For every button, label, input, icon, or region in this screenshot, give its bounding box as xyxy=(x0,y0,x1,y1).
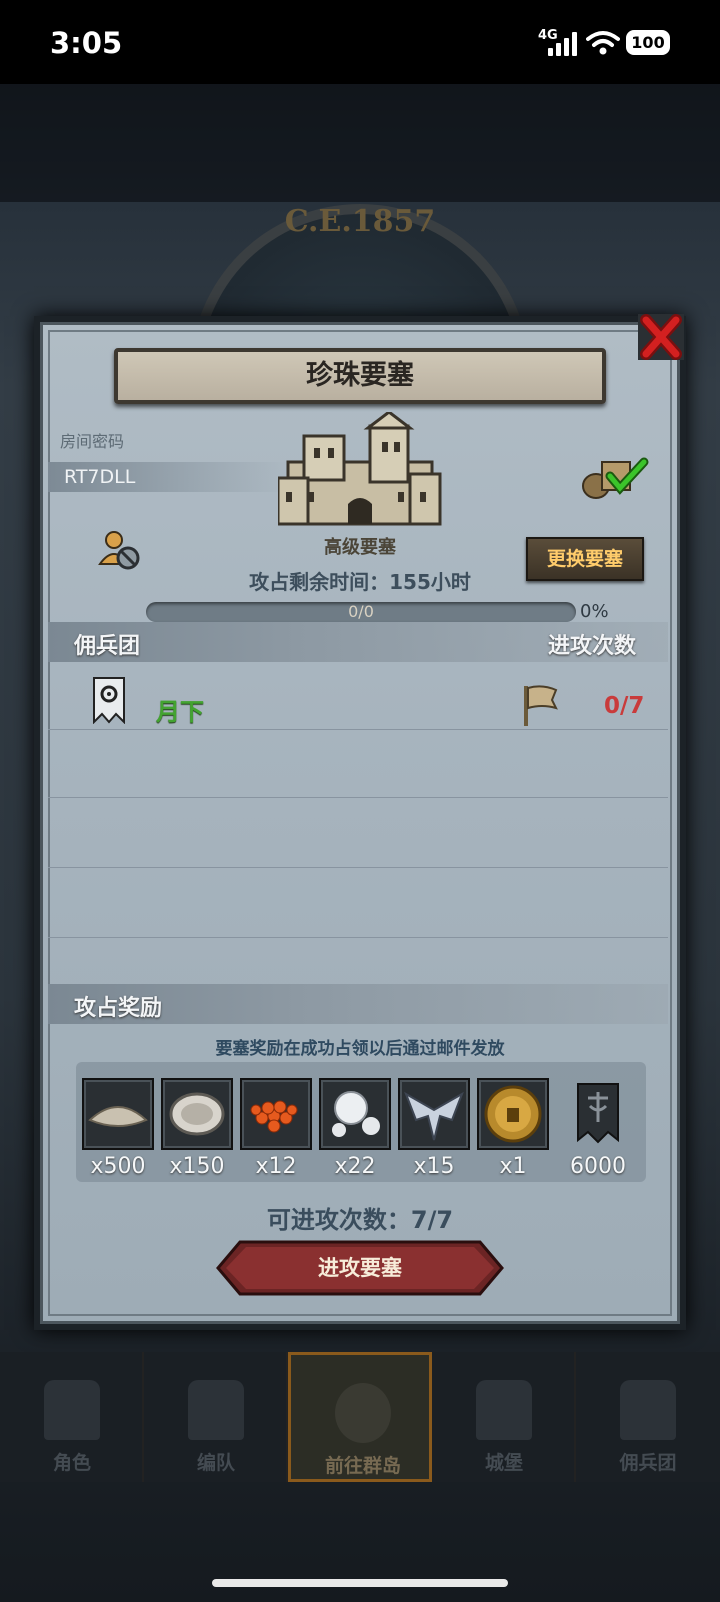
reward-item[interactable]: x150 xyxy=(161,1078,233,1179)
reward-item[interactable]: x500 xyxy=(82,1078,154,1179)
rewards-note: 要塞奖励在成功占领以后通过邮件发放 xyxy=(215,1039,505,1059)
room-code-value: RT7DLL xyxy=(48,462,288,492)
capture-progress-bar: 0/0 xyxy=(146,602,576,622)
empty-row xyxy=(48,730,668,798)
guild-banner-icon xyxy=(93,677,125,724)
empty-row xyxy=(48,870,668,938)
reward-item[interactable]: x12 xyxy=(240,1078,312,1179)
supply-ready-icon xyxy=(582,457,649,499)
formation-icon xyxy=(188,1380,244,1440)
nav-label: 城堡 xyxy=(484,1452,523,1474)
reward-qty: x1 xyxy=(499,1154,527,1179)
status-time: 3:05 xyxy=(50,26,123,60)
nav-item-formation[interactable]: 编队 xyxy=(144,1352,288,1482)
reward-item[interactable]: 6000 xyxy=(562,1078,634,1179)
nav-item-mercenary[interactable]: 佣兵团 xyxy=(576,1352,720,1482)
available-attacks: 可进攻次数：7/7 xyxy=(266,1206,454,1234)
nav-label: 前往群岛 xyxy=(324,1455,401,1477)
nav-item-character[interactable]: 角色 xyxy=(0,1352,144,1482)
guild-name: 月下 xyxy=(156,698,204,726)
reward-item[interactable]: x22 xyxy=(319,1078,391,1179)
reward-qty: x22 xyxy=(334,1154,376,1179)
status-bar: 3:05 4G 100 xyxy=(0,0,720,84)
flag-icon xyxy=(524,685,558,726)
remaining-time: 攻占剩余时间：155小时 xyxy=(249,570,471,594)
reward-item[interactable]: x1 xyxy=(477,1078,549,1179)
wifi-icon xyxy=(586,31,620,55)
gold-helmet-coin-icon xyxy=(484,1085,542,1143)
reward-item[interactable]: x15 xyxy=(398,1078,470,1179)
progress-percent: 0% xyxy=(580,601,609,622)
pearl-icon xyxy=(332,1091,380,1137)
reward-qty: x12 xyxy=(255,1154,297,1179)
guild-header: 佣兵团 xyxy=(74,634,141,659)
nav-label: 佣兵团 xyxy=(619,1452,677,1474)
dialog-title: 珍珠要塞 xyxy=(114,348,606,404)
guild-attack-count: 0/7 xyxy=(604,693,645,719)
nav-label: 编队 xyxy=(196,1452,235,1474)
era-label: C.E.1857 xyxy=(284,204,436,239)
islands-compass-icon xyxy=(335,1383,391,1443)
guild-banner-icon xyxy=(577,1083,619,1144)
silver-emblem-icon xyxy=(404,1091,464,1141)
battery-indicator: 100 xyxy=(626,30,670,55)
nav-item-castle[interactable]: 城堡 xyxy=(432,1352,576,1482)
salt-icon xyxy=(88,1106,148,1127)
attack-count-header: 进攻次数 xyxy=(548,634,637,659)
ship-icon xyxy=(620,1380,676,1440)
oyster-icon xyxy=(169,1092,225,1136)
castle-icon xyxy=(278,412,442,526)
nav-item-islands[interactable]: 前往群岛 xyxy=(288,1352,432,1482)
nav-label: 角色 xyxy=(52,1452,91,1474)
rewards-header: 攻占奖励 xyxy=(74,996,163,1021)
home-indicator[interactable] xyxy=(212,1579,508,1587)
knight-icon xyxy=(44,1380,100,1440)
reward-qty: x500 xyxy=(90,1154,146,1179)
reward-qty: x15 xyxy=(413,1154,455,1179)
castle-icon xyxy=(476,1380,532,1440)
room-code-label: 房间密码 xyxy=(60,432,125,451)
bottom-nav: 角色 编队 前往群岛 城堡 佣兵团 xyxy=(0,1352,720,1482)
background-dim xyxy=(0,84,720,202)
empty-row xyxy=(48,800,668,868)
caviar-icon xyxy=(250,1100,298,1133)
progress-text: 0/0 xyxy=(348,602,374,621)
signal-icon xyxy=(548,32,578,56)
attack-button-label: 进攻要塞 xyxy=(318,1256,402,1280)
close-icon[interactable] xyxy=(636,312,686,362)
reward-qty: 6000 xyxy=(570,1154,626,1179)
attack-fortress-button[interactable]: 进攻要塞 xyxy=(216,1240,504,1296)
reward-qty: x150 xyxy=(169,1154,225,1179)
guild-row[interactable] xyxy=(48,662,668,730)
